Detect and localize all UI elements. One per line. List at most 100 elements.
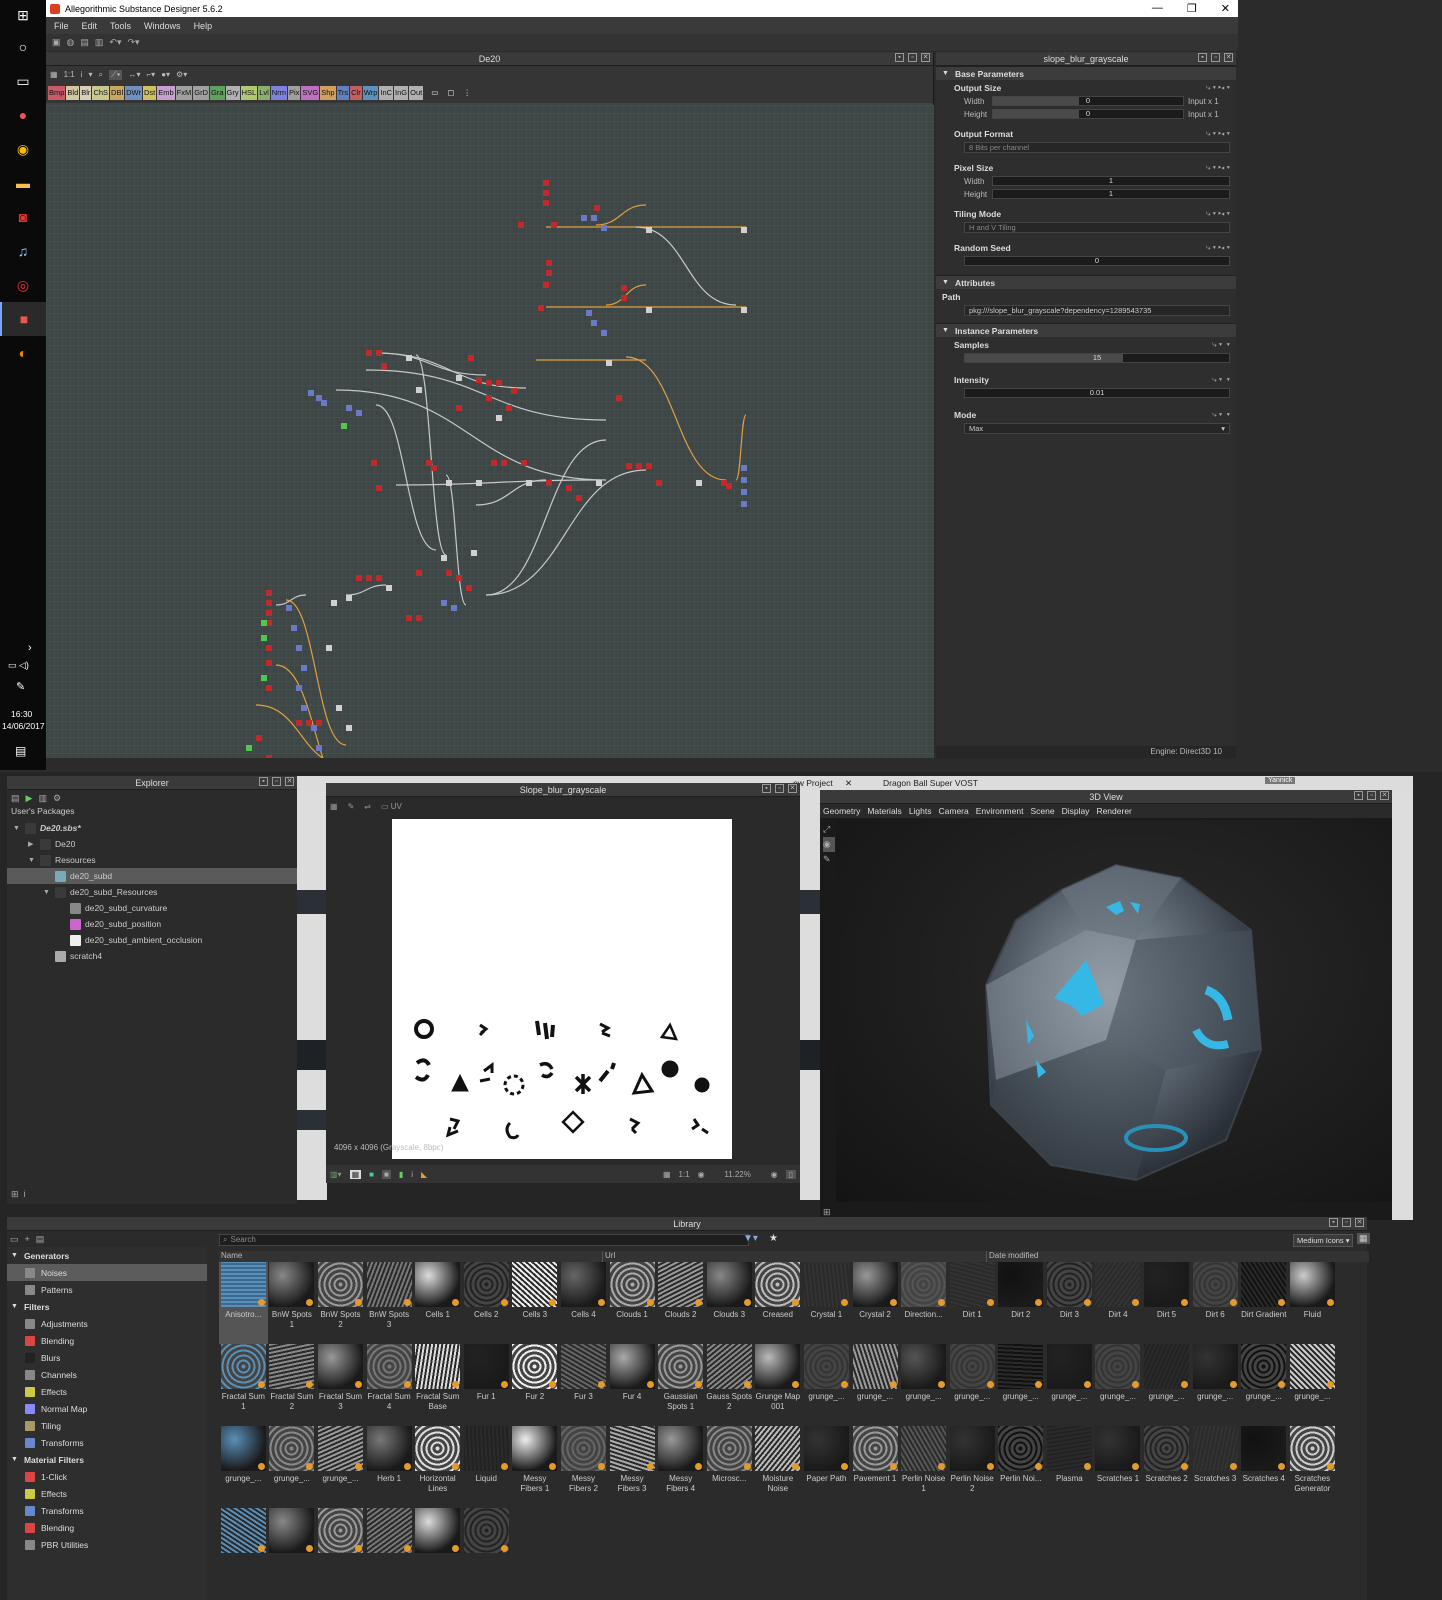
graph-node[interactable]	[336, 705, 342, 711]
align-icon[interactable]: ⌐▾	[147, 70, 156, 79]
inheritance-dropdown-icon[interactable]: ⤷ ▾ ▸◂ ▾	[1206, 83, 1230, 93]
expand-triangle-icon[interactable]: ▼	[28, 857, 36, 864]
new-icon[interactable]: ▣	[52, 37, 61, 48]
library-tile[interactable]: grunge_...	[1239, 1344, 1288, 1426]
library-tile[interactable]: Fur 4	[608, 1344, 657, 1426]
zoom-ratio-2d[interactable]: 1:1	[679, 1170, 690, 1179]
graph-node[interactable]	[261, 635, 267, 641]
graph-node[interactable]	[726, 483, 732, 489]
explorer-close-icon[interactable]: ✕	[285, 777, 294, 786]
checker-icon[interactable]: ▦	[349, 1169, 362, 1179]
library-tile[interactable]: Fractal Sum 1	[219, 1344, 268, 1426]
settings-gear-icon[interactable]: ⚙	[53, 793, 61, 804]
graph-node[interactable]	[296, 685, 302, 691]
graph-node[interactable]	[646, 307, 652, 313]
link-style-icon[interactable]: ⟋▾	[108, 69, 123, 80]
node-tab-clr[interactable]: Clr	[350, 86, 362, 100]
graph-node[interactable]	[376, 485, 382, 491]
tree-item[interactable]: de20_subd	[7, 868, 297, 884]
library-tile[interactable]: grunge_...	[1045, 1344, 1094, 1426]
light-icon[interactable]: ✎	[823, 852, 835, 867]
graph-node[interactable]	[416, 615, 422, 621]
intensity-slider[interactable]: 0.01	[964, 388, 1230, 398]
graph-node[interactable]	[341, 423, 347, 429]
comment-icon[interactable]: ▭	[430, 86, 439, 100]
menu-windows[interactable]: Windows	[144, 21, 181, 31]
inheritance-dropdown-icon[interactable]: ⤷ ▾ ▸◂ ▾	[1206, 243, 1230, 253]
graph-node[interactable]	[301, 665, 307, 671]
graph-node[interactable]	[591, 320, 597, 326]
play-icon[interactable]: ▶	[26, 793, 33, 804]
node-tab-shp[interactable]: Shp	[320, 86, 336, 100]
node-tab-hsl[interactable]: HSL	[240, 86, 258, 100]
graph-node[interactable]	[346, 725, 352, 731]
2d-float-icon[interactable]: ▫	[775, 784, 784, 793]
graph-node[interactable]	[246, 745, 252, 751]
library-tile[interactable]: Messy Fibers 1	[511, 1426, 560, 1508]
library-tile[interactable]: BnW Spots 1	[268, 1262, 317, 1344]
favorite-star-icon[interactable]: ★	[769, 1233, 778, 1244]
library-category-item[interactable]: Effects	[7, 1383, 207, 1400]
attributes-section[interactable]: ▼ Attributes	[936, 275, 1236, 289]
tree-item[interactable]: de20_subd_position	[7, 916, 297, 932]
library-tile[interactable]: grunge_...	[1191, 1344, 1240, 1426]
inheritance-dropdown-icon[interactable]: ⤷ ▾ ▾	[1212, 340, 1230, 350]
node-tab-out[interactable]: Out	[409, 86, 424, 100]
export-icon[interactable]: ⤢	[823, 822, 835, 837]
graph-node[interactable]	[646, 463, 652, 469]
library-tile[interactable]: Cells 4	[559, 1262, 608, 1344]
2d-close-icon[interactable]: ✕	[788, 784, 797, 793]
menu-help[interactable]: Help	[194, 21, 213, 31]
library-tile[interactable]: Dirt 6	[1191, 1262, 1240, 1344]
graph-node[interactable]	[266, 590, 272, 596]
tree-item[interactable]: de20_subd_ambient_occlusion	[7, 932, 297, 948]
graph-node[interactable]	[321, 400, 327, 406]
library-tile[interactable]: Dirt 5	[1142, 1262, 1191, 1344]
graph-node[interactable]	[646, 227, 652, 233]
graph-node[interactable]	[486, 380, 492, 386]
filter-icon[interactable]: ▼▾	[743, 1233, 758, 1244]
library-tile[interactable]: grunge_...	[948, 1344, 997, 1426]
node-tab-emb[interactable]: Emb	[157, 86, 175, 100]
menu-geometry[interactable]: Geometry	[823, 806, 860, 816]
library-tile[interactable]: Fur 2	[511, 1344, 560, 1426]
samples-slider[interactable]: 15	[964, 353, 1230, 363]
node-tab-grd[interactable]: GrD	[193, 86, 209, 100]
library-tile[interactable]: grunge_...	[1094, 1344, 1143, 1426]
node-tab-fxm[interactable]: FxM	[175, 86, 193, 100]
graph-node[interactable]	[506, 405, 512, 411]
dropdown-icon[interactable]: ▾	[88, 70, 92, 79]
library-tile[interactable]: Perlin Noise 1	[899, 1426, 948, 1508]
library-tile[interactable]: Dirt 2	[997, 1262, 1046, 1344]
graph-node[interactable]	[311, 725, 317, 731]
library-tile[interactable]: Dirt Gradient	[1239, 1262, 1288, 1344]
library-tile[interactable]: Fractal Sum 3	[316, 1344, 365, 1426]
library-category-header[interactable]: ▼ Generators	[7, 1247, 207, 1264]
graph-node[interactable]	[626, 463, 632, 469]
library-tile[interactable]: Clouds 3	[705, 1262, 754, 1344]
close-icon[interactable]: ✕	[845, 778, 852, 789]
col-name[interactable]: Name	[219, 1251, 603, 1262]
menu-scene[interactable]: Scene	[1030, 806, 1054, 816]
tree-item[interactable]: ▶ De20	[7, 836, 297, 852]
graph-node[interactable]	[601, 225, 607, 231]
library-category-item[interactable]: Blurs	[7, 1349, 207, 1366]
save-icon[interactable]: ▤	[80, 37, 89, 48]
inheritance-dropdown-icon[interactable]: ⤷ ▾ ▸◂ ▾	[1206, 129, 1230, 139]
windows-start-icon[interactable]: ⊞	[0, 0, 46, 30]
graph-node[interactable]	[376, 575, 382, 581]
minimize-button[interactable]: —	[1152, 2, 1163, 15]
node-tab-gra[interactable]: Gra	[210, 86, 225, 100]
library-tile[interactable]: Messy Fibers 2	[559, 1426, 608, 1508]
expand-triangle-icon[interactable]: ▶	[28, 840, 36, 848]
col-date[interactable]: Date modified	[987, 1251, 1038, 1262]
library-category-item[interactable]: Transforms	[7, 1434, 207, 1451]
graph-node[interactable]	[431, 465, 437, 471]
library-tile[interactable]: Horizontal Lines	[413, 1426, 462, 1508]
graph-node[interactable]	[296, 645, 302, 651]
library-tile[interactable]: Clouds 2	[656, 1262, 705, 1344]
node-tab-pix[interactable]: Pix	[287, 86, 301, 100]
library-tile[interactable]: Fur 1	[462, 1344, 511, 1426]
browser-tab-dragonball[interactable]: Dragon Ball Super VOST	[883, 778, 978, 788]
tree-item[interactable]: ▼ De20.sbs*	[7, 820, 297, 836]
